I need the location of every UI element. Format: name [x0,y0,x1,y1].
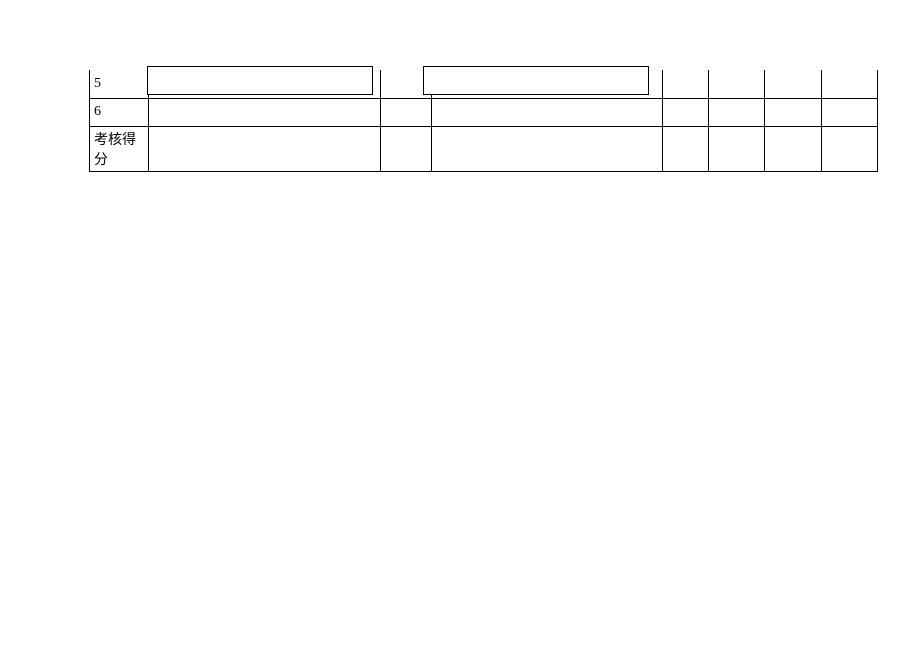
cell [709,98,765,126]
cell [821,70,877,98]
cell [709,126,765,171]
cell-index: 6 [90,98,149,126]
cell [149,98,380,126]
table-row: 6 [90,98,878,126]
cell [431,126,662,171]
cell [765,126,821,171]
cell [380,98,431,126]
cell [149,126,380,171]
cell [431,98,662,126]
cell [821,126,877,171]
cell-score-label: 考核得分 [90,126,149,171]
cell [663,70,709,98]
cell [821,98,877,126]
cell [765,98,821,126]
overlay-box [147,66,373,95]
cell [765,70,821,98]
document-page: 5 6 考核得分 [89,70,878,172]
table-row: 考核得分 [90,126,878,171]
cell [709,70,765,98]
cell [380,126,431,171]
cell [663,126,709,171]
cell-index: 5 [90,70,149,98]
cell [663,98,709,126]
overlay-box [423,66,649,95]
